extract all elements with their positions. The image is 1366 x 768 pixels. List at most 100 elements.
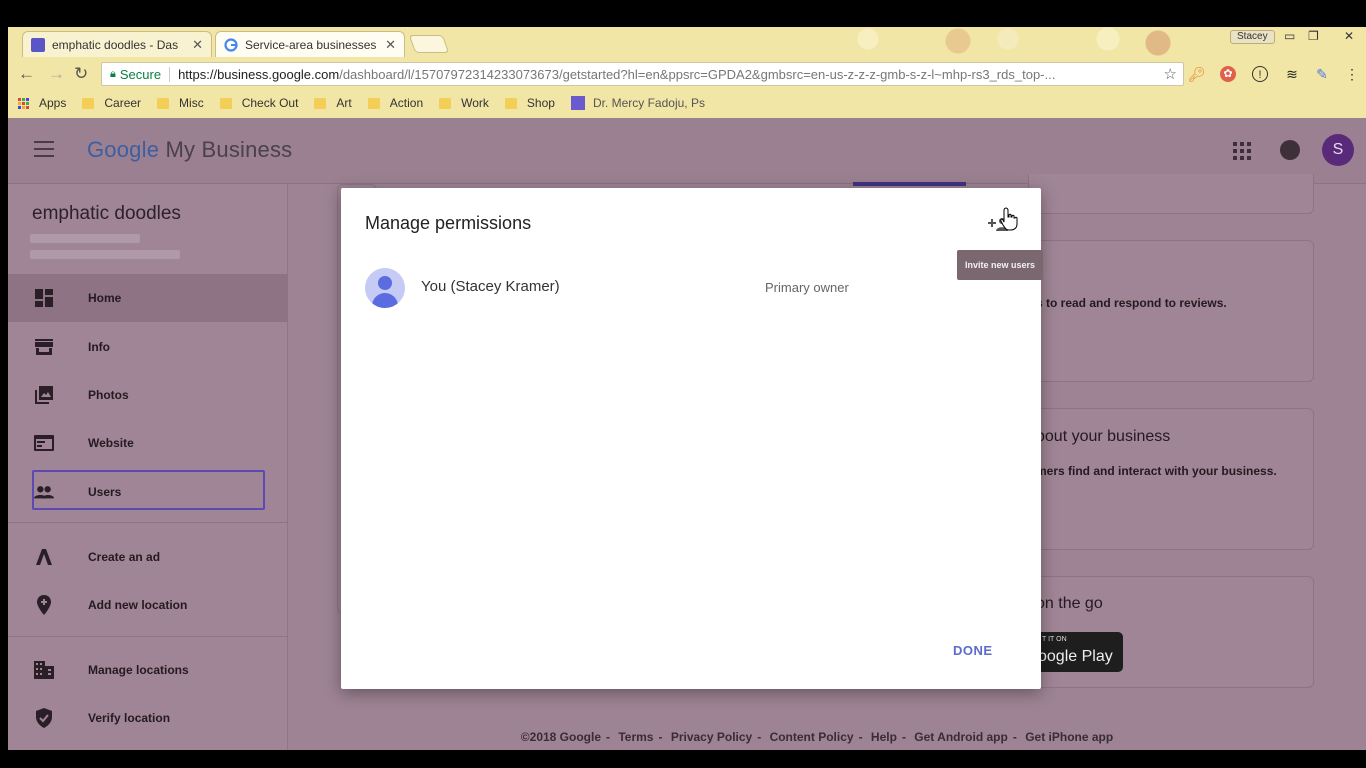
product-name: My Business [165, 137, 293, 162]
bookmark-work[interactable]: Work [439, 96, 489, 110]
focus-outline [32, 470, 265, 510]
bookmarks-bar: Apps Career Misc Check Out Art Action Wo… [8, 90, 1366, 116]
sidebar-item-info[interactable]: Info [8, 323, 288, 371]
folder-icon [504, 97, 517, 109]
shield-check-icon [34, 708, 54, 728]
folder-icon [82, 97, 95, 109]
url-path: /dashboard/l/15707972314233073673/getsta… [339, 66, 1056, 82]
user-role[interactable]: Primary owner [765, 280, 849, 295]
tab-title: emphatic doodles - Das [52, 37, 179, 52]
sidebar-item-create-ad[interactable]: Create an ad [8, 533, 288, 581]
bookmark-apps[interactable]: Apps [18, 96, 66, 110]
notifications-bell-icon[interactable] [1280, 140, 1300, 160]
sidebar-item-add-location[interactable]: Add new location [8, 581, 288, 629]
about-card-text: mers find and interact with your busines… [1036, 464, 1277, 478]
mobile-app-card-title: on the go [1036, 595, 1103, 612]
account-avatar[interactable]: S [1322, 134, 1354, 166]
forward-icon[interactable]: → [48, 64, 65, 84]
info-extension-icon[interactable]: ! [1252, 66, 1268, 82]
profile-badge[interactable]: Stacey [1230, 30, 1275, 44]
redacted-address [30, 250, 180, 259]
manage-permissions-dialog: Manage permissions You (Stacey Kramer) P… [341, 188, 1041, 689]
url-host: https://business.google.com [178, 66, 340, 82]
site-favicon-icon [570, 96, 585, 110]
about-card-title: bout your business [1036, 428, 1171, 445]
background-card [1028, 174, 1314, 214]
bookmark-shop[interactable]: Shop [504, 96, 555, 110]
layers-extension-icon[interactable]: ≋ [1284, 66, 1300, 82]
feather-extension-icon[interactable]: ✎ [1314, 66, 1330, 82]
browser-toolbar: ← → ↻ 🔒︎ Secure https://business.google.… [8, 59, 1366, 89]
active-tab-indicator [853, 182, 966, 186]
window-close-icon[interactable]: ✕ [1344, 29, 1354, 43]
folder-icon [314, 97, 327, 109]
invite-users-tooltip: Invite new users [957, 250, 1043, 280]
bookmark-career[interactable]: Career [82, 96, 141, 110]
folder-icon [219, 97, 232, 109]
sidebar-item-manage-locations[interactable]: Manage locations [8, 646, 288, 694]
folder-icon [157, 97, 170, 109]
footer-link-content-policy[interactable]: Content Policy [770, 730, 854, 744]
sidebar-item-photos[interactable]: Photos [8, 371, 288, 419]
sidebar-item-users[interactable]: Users [8, 468, 288, 516]
photos-icon [34, 385, 54, 405]
screen-frame: emphatic doodles - Das ✕ Service-area bu… [0, 0, 1366, 768]
reviews-card-text: s to read and respond to reviews. [1036, 296, 1227, 310]
bookmark-action[interactable]: Action [367, 96, 423, 110]
extension-red-icon[interactable]: ✿ [1220, 66, 1236, 82]
page-footer: ©2018 Google - Terms - Privacy Policy - Con… [520, 730, 1114, 744]
restore-icon[interactable]: ❐ [1308, 29, 1319, 43]
bookmark-dr-mercy[interactable]: Dr. Mercy Fadoju, Ps [570, 96, 705, 110]
user-name: You (Stacey Kramer) [421, 278, 560, 295]
browser-tab-service-area[interactable]: Service-area businesses ✕ [215, 31, 405, 57]
secure-label: Secure [120, 66, 171, 82]
sidebar-item-website[interactable]: Website [8, 419, 288, 467]
key-extension-icon[interactable]: 🔑︎ [1188, 66, 1206, 82]
copyright: ©2018 Google [520, 730, 601, 744]
google-favicon-icon [224, 37, 238, 52]
user-row: You (Stacey Kramer) Primary owner [365, 268, 1015, 308]
done-button[interactable]: DONE [953, 643, 993, 658]
hand-cursor-icon [1000, 207, 1018, 236]
hamburger-menu-icon[interactable] [34, 141, 54, 159]
sidebar: emphatic doodles Home Info Photos Websit… [8, 184, 288, 750]
back-icon[interactable]: ← [18, 64, 35, 84]
divider [8, 636, 288, 637]
divider [8, 522, 288, 523]
footer-link-android[interactable]: Get Android app [914, 730, 1008, 744]
gmb-favicon-icon [31, 37, 45, 52]
folder-icon [439, 97, 452, 109]
browser-tab-dashboard[interactable]: emphatic doodles - Das ✕ [22, 31, 212, 57]
bookmark-star-icon[interactable]: ☆ [1164, 65, 1177, 83]
browser-menu-icon[interactable]: ⋮ [1344, 66, 1360, 82]
bookmark-art[interactable]: Art [314, 96, 352, 110]
storefront-icon [34, 337, 54, 357]
bookmark-misc[interactable]: Misc [157, 96, 204, 110]
new-tab-button[interactable] [408, 35, 450, 53]
dialog-title: Manage permissions [365, 213, 532, 233]
tab-title: Service-area businesses [245, 37, 377, 52]
dashboard-icon [34, 288, 54, 308]
ads-icon [34, 547, 54, 567]
google-my-business-logo[interactable]: Google My Business [87, 137, 292, 163]
footer-link-privacy[interactable]: Privacy Policy [671, 730, 752, 744]
bookmark-check-out[interactable]: Check Out [219, 96, 298, 110]
user-avatar-icon [365, 268, 405, 308]
footer-link-help[interactable]: Help [871, 730, 897, 744]
reload-icon[interactable]: ↻ [74, 64, 88, 84]
minimize-icon[interactable]: ▭ [1284, 29, 1295, 43]
buildings-icon [34, 660, 54, 680]
redacted-address [30, 234, 140, 243]
address-bar[interactable]: 🔒︎ Secure https://business.google.com /d… [101, 62, 1184, 86]
lock-icon: 🔒︎ [110, 67, 116, 80]
sidebar-item-home[interactable]: Home [8, 274, 288, 322]
footer-link-terms[interactable]: Terms [618, 730, 653, 744]
tab-close-icon[interactable]: ✕ [192, 37, 203, 53]
google-apps-icon[interactable] [1233, 142, 1251, 160]
website-icon [34, 433, 54, 453]
browser-chrome: emphatic doodles - Das ✕ Service-area bu… [8, 27, 1366, 118]
footer-link-iphone[interactable]: Get iPhone app [1025, 730, 1113, 744]
google-wordmark: Google [87, 137, 160, 162]
apps-grid-icon [18, 97, 29, 109]
tab-close-icon[interactable]: ✕ [385, 37, 396, 53]
